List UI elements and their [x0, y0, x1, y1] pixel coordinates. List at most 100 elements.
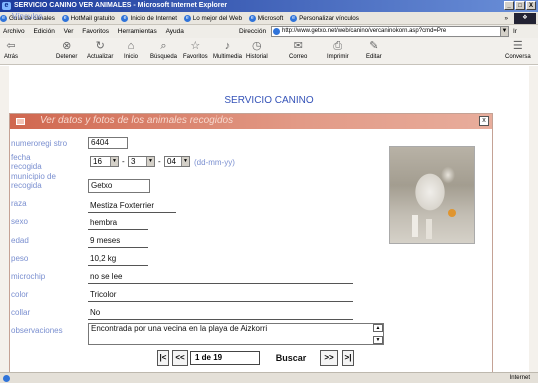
page-left-margin — [0, 66, 9, 372]
status-page-icon — [3, 375, 10, 382]
color-label: color — [11, 290, 29, 299]
link-microsoft[interactable]: e Microsoft — [248, 12, 283, 24]
panel-title: Ver datos y fotos de los animales recogi… — [40, 115, 234, 126]
ie-link-icon: e — [248, 14, 256, 22]
peso-field[interactable]: 10,2 kg — [88, 254, 148, 266]
menu-herramientas[interactable]: Herramientas — [118, 25, 157, 38]
collar-field[interactable]: No — [88, 308, 353, 320]
municipio-label: municipio de recogida — [11, 172, 56, 190]
browser-toolbar: ⇦ Atrás ⊗ Detener ↻ Actualizar ⌂ Inicio ⌕ Bús… — [0, 38, 538, 65]
panel-close-button[interactable]: x — [479, 116, 489, 126]
page-content: SERVICIO CANINO Ver datos y fotos de los… — [0, 66, 538, 373]
collar-label: collar — [11, 308, 31, 317]
link-personalizar[interactable]: e Personalizar vínculos — [290, 12, 359, 24]
print-button[interactable]: ⎙ Imprimir — [327, 40, 349, 60]
date-separator: - — [158, 157, 161, 166]
home-icon: ⌂ — [127, 40, 135, 52]
chevron-down-icon: ▼ — [146, 157, 154, 166]
history-button[interactable]: ◷ Historial — [246, 40, 268, 60]
menu-favoritos[interactable]: Favoritos — [82, 25, 109, 38]
discuss-button[interactable]: ☰ Conversa — [505, 40, 531, 60]
ie-link-icon: e — [0, 14, 7, 22]
multimedia-icon: ♪ — [224, 40, 231, 52]
textarea-scroll-down[interactable]: ▼ — [373, 336, 383, 344]
previous-record-button[interactable]: << — [172, 350, 188, 366]
address-field[interactable]: http://www.getxo.net/web/canino/vercanin… — [271, 26, 501, 37]
record-counter-field[interactable]: 1 de 19 — [190, 351, 260, 365]
mail-button[interactable]: ✉ Correo — [289, 40, 307, 60]
edad-field[interactable]: 9 meses — [88, 236, 148, 248]
observaciones-textarea[interactable]: Encontrada por una vecina en la playa de… — [88, 323, 384, 345]
stop-button[interactable]: ⊗ Detener — [56, 40, 77, 60]
ie-link-icon: e — [290, 14, 298, 22]
minimize-button[interactable]: _ — [504, 1, 514, 10]
numero-field[interactable]: 6404 — [88, 137, 128, 149]
date-format-hint: (dd-mm-yy) — [194, 158, 235, 167]
day-select[interactable]: 16 ▼ — [90, 156, 119, 167]
panel-header: Ver datos y fotos de los animales recogi… — [10, 114, 492, 129]
microchip-field[interactable]: no se lee — [88, 272, 353, 284]
link-hotmail[interactable]: e HotMail gratuito — [61, 12, 115, 24]
page-scrollbar[interactable] — [529, 66, 538, 372]
chevron-down-icon: ▼ — [181, 157, 189, 166]
status-bar: Internet — [0, 372, 538, 383]
menu-archivo[interactable]: Archivo — [3, 25, 25, 38]
raza-field[interactable]: Mestiza Foxterrier — [88, 201, 176, 213]
ie-link-icon: e — [121, 14, 129, 22]
color-field[interactable]: Tricolor — [88, 290, 353, 302]
stop-icon: ⊗ — [62, 40, 72, 52]
sexo-field[interactable]: hembra — [88, 218, 148, 230]
textarea-scroll-up[interactable]: ▲ — [373, 324, 383, 332]
refresh-icon: ↻ — [95, 40, 105, 52]
home-button[interactable]: ⌂ Inicio — [124, 40, 138, 60]
links-more-button[interactable]: » — [504, 12, 508, 24]
year-select[interactable]: 04 ▼ — [164, 156, 190, 167]
edit-button[interactable]: ✎ Editar — [366, 40, 382, 60]
menu-ayuda[interactable]: Ayuda — [166, 25, 184, 38]
sexo-label: sexo — [11, 217, 28, 226]
menu-edicion[interactable]: Edición — [34, 25, 55, 38]
ie-logo-icon: e — [2, 2, 11, 10]
chevron-down-icon: ▼ — [110, 157, 118, 166]
link-lo-mejor-web[interactable]: e Lo mejor del Web — [183, 12, 242, 24]
edad-label: edad — [11, 236, 29, 245]
first-record-button[interactable]: |< — [157, 350, 169, 366]
mail-icon: ✉ — [293, 40, 303, 52]
refresh-button[interactable]: ↻ Actualizar — [87, 40, 113, 60]
photo-detail — [412, 215, 418, 237]
ie-link-icon: e — [183, 14, 191, 22]
favorites-icon: ☆ — [190, 40, 201, 52]
next-record-button[interactable]: >> — [320, 350, 338, 366]
search-button[interactable]: ⌕ Búsqueda — [150, 40, 177, 60]
maximize-button[interactable]: □ — [515, 1, 525, 10]
links-label: Vínculos — [12, 12, 43, 21]
window-title: SERVICIO CANINO VER ANIMALES - Microsoft… — [14, 2, 228, 9]
photo-detail — [448, 209, 456, 217]
favorites-button[interactable]: ☆ Favoritos — [183, 40, 208, 60]
last-record-button[interactable]: >| — [342, 350, 354, 366]
month-select[interactable]: 3 ▼ — [128, 156, 155, 167]
animal-photo — [389, 146, 475, 244]
photo-detail — [426, 219, 432, 239]
history-icon: ◷ — [252, 40, 262, 52]
address-dropdown-button[interactable]: ▼ — [500, 26, 509, 37]
menu-ver[interactable]: Ver — [64, 25, 74, 38]
municipio-field[interactable]: Getxo — [88, 179, 150, 193]
back-button[interactable]: ⇦ Atrás — [4, 40, 18, 60]
fecha-label: fecha recogida — [11, 153, 42, 171]
discuss-icon: ☰ — [512, 40, 523, 52]
microchip-label: microchip — [11, 272, 46, 281]
search-icon: ⌕ — [160, 40, 167, 52]
date-separator: - — [122, 157, 125, 166]
link-inicio-internet[interactable]: e Inicio de Internet — [121, 12, 177, 24]
address-value: http://www.getxo.net/web/canino/vercanin… — [282, 28, 447, 34]
go-button[interactable]: Ir — [513, 25, 517, 38]
search-record-button[interactable]: Buscar — [265, 350, 317, 366]
page-icon — [273, 28, 280, 35]
edit-icon: ✎ — [369, 40, 379, 52]
multimedia-button[interactable]: ♪ Multimedia — [213, 40, 242, 60]
close-window-button[interactable]: X — [526, 1, 536, 10]
peso-label: peso — [11, 254, 29, 263]
raza-label: raza — [11, 199, 27, 208]
msn-logo-icon: ❖ — [514, 13, 536, 24]
